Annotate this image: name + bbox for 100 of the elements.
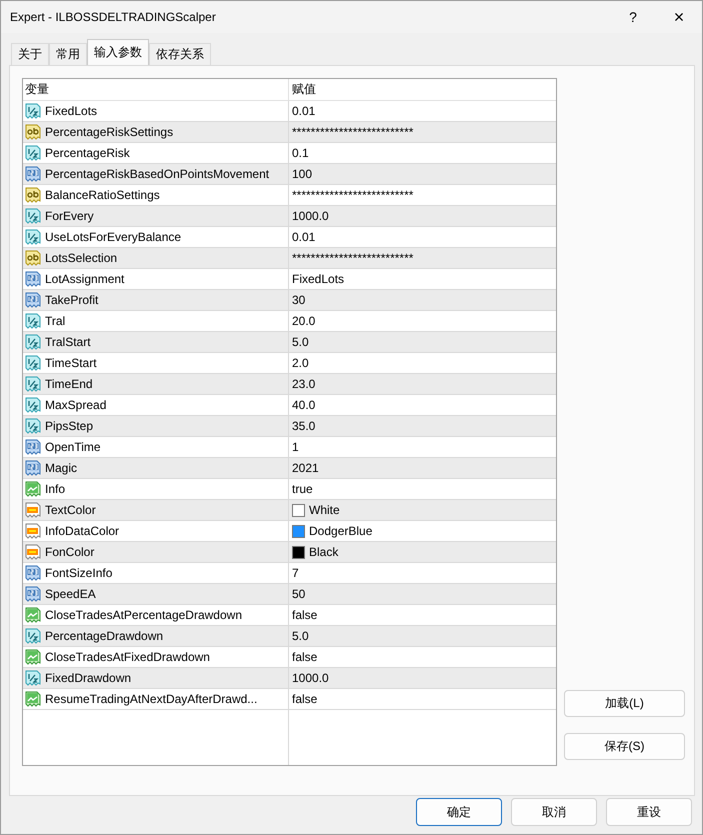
palette-icon [25, 502, 41, 518]
parameter-name: FixedDrawdown [45, 671, 132, 685]
window-title: Expert - ILBOSSDELTRADINGScalper [10, 10, 217, 24]
parameter-name: CloseTradesAtPercentageDrawdown [45, 608, 242, 622]
parameter-value[interactable]: false [292, 608, 318, 622]
parameter-value[interactable]: ************************** [292, 188, 414, 202]
parameter-name: TimeStart [45, 356, 97, 370]
parameter-name: TakeProfit [45, 293, 98, 307]
parameter-name: InfoDataColor [45, 524, 120, 538]
parameter-name: Info [45, 482, 66, 496]
fraction-icon [25, 355, 41, 371]
parameter-value[interactable]: Black [309, 545, 338, 559]
number-icon [25, 271, 41, 287]
parameter-value[interactable]: 50 [292, 587, 306, 601]
fraction-icon [25, 334, 41, 350]
fraction-icon [25, 376, 41, 392]
dialog-button[interactable]: 取消 [511, 798, 597, 826]
fraction-icon [25, 670, 41, 686]
parameter-value[interactable]: 5.0 [292, 629, 309, 643]
parameter-name: LotsSelection [45, 251, 118, 265]
number-icon [25, 292, 41, 308]
number-icon [25, 439, 41, 455]
close-button[interactable]: × [656, 1, 702, 33]
parameter-value[interactable]: false [292, 692, 318, 706]
parameter-name: PercentageRiskSettings [45, 125, 174, 139]
parameter-name: CloseTradesAtFixedDrawdown [45, 650, 210, 664]
parameter-name: Magic [45, 461, 78, 475]
parameter-value[interactable]: 40.0 [292, 398, 316, 412]
number-icon [25, 586, 41, 602]
parameter-value[interactable]: 1000.0 [292, 671, 329, 685]
parameter-name: PercentageRisk [45, 146, 130, 160]
side-button[interactable]: 加载(L) [564, 690, 685, 717]
palette-icon [25, 544, 41, 560]
tab[interactable]: 关于 [11, 43, 49, 65]
column-header: 赋值 [289, 79, 556, 101]
check-chart-icon [25, 691, 41, 707]
number-icon [25, 166, 41, 182]
parameter-value[interactable]: White [309, 503, 340, 517]
parameter-value[interactable]: 2.0 [292, 356, 309, 370]
parameter-name: LotAssignment [45, 272, 124, 286]
text-type-icon [25, 250, 41, 266]
parameter-name: OpenTime [45, 440, 101, 454]
parameter-value[interactable]: true [292, 482, 313, 496]
parameter-name: UseLotsForEveryBalance [45, 230, 182, 244]
parameter-value[interactable]: 0.1 [292, 146, 309, 160]
parameter-value[interactable]: DodgerBlue [309, 524, 372, 538]
help-button[interactable]: ? [610, 1, 656, 33]
parameter-value[interactable]: 1000.0 [292, 209, 329, 223]
check-chart-icon [25, 607, 41, 623]
tab[interactable]: 输入参数 [87, 39, 149, 65]
fraction-icon [25, 208, 41, 224]
parameter-value[interactable]: 5.0 [292, 335, 309, 349]
number-icon [25, 460, 41, 476]
text-type-icon [25, 124, 41, 140]
dialog-button[interactable]: 确定 [416, 798, 502, 826]
parameter-name: Tral [45, 314, 66, 328]
parameter-value[interactable]: 30 [292, 293, 306, 307]
fraction-icon [25, 418, 41, 434]
parameter-value[interactable]: 35.0 [292, 419, 316, 433]
column-header: 变量 [23, 79, 289, 101]
parameter-value[interactable]: 100 [292, 167, 312, 181]
parameter-name: PercentageDrawdown [45, 629, 164, 643]
check-chart-icon [25, 649, 41, 665]
tab[interactable]: 依存关系 [149, 43, 211, 65]
parameter-value[interactable]: 0.01 [292, 230, 316, 244]
parameter-value[interactable]: FixedLots [292, 272, 344, 286]
dialog-button[interactable]: 重设 [606, 798, 692, 826]
parameter-name: FixedLots [45, 104, 98, 118]
fraction-icon [25, 229, 41, 245]
parameter-value[interactable]: 1 [292, 440, 299, 454]
parameter-value[interactable]: ************************** [292, 251, 414, 265]
fraction-icon [25, 103, 41, 119]
parameter-name: ResumeTradingAtNextDayAfterDrawd... [45, 692, 258, 706]
parameter-name: ForEvery [45, 209, 94, 223]
parameter-value[interactable]: 0.01 [292, 104, 316, 118]
parameter-name: PipsStep [45, 419, 94, 433]
parameter-name: TralStart [45, 335, 91, 349]
parameter-value[interactable]: false [292, 650, 318, 664]
fraction-icon [25, 397, 41, 413]
parameter-name: PercentageRiskBasedOnPointsMovement [45, 167, 270, 181]
side-button[interactable]: 保存(S) [564, 733, 685, 760]
fraction-icon [25, 628, 41, 644]
parameter-name: FontSizeInfo [45, 566, 112, 580]
fraction-icon [25, 313, 41, 329]
parameter-value[interactable]: 7 [292, 566, 299, 580]
text-type-icon [25, 187, 41, 203]
tab[interactable]: 常用 [49, 43, 87, 65]
parameter-value[interactable]: 2021 [292, 461, 319, 475]
palette-icon [25, 523, 41, 539]
parameter-name: TimeEnd [45, 377, 93, 391]
parameter-name: SpeedEA [45, 587, 96, 601]
parameter-name: BalanceRatioSettings [45, 188, 160, 202]
parameter-name: MaxSpread [45, 398, 106, 412]
parameter-name: TextColor [45, 503, 96, 517]
check-chart-icon [25, 481, 41, 497]
parameter-value[interactable]: 20.0 [292, 314, 316, 328]
parameter-value[interactable]: 23.0 [292, 377, 316, 391]
number-icon [25, 565, 41, 581]
parameter-value[interactable]: ************************** [292, 125, 414, 139]
parameter-name: FonColor [45, 545, 94, 559]
